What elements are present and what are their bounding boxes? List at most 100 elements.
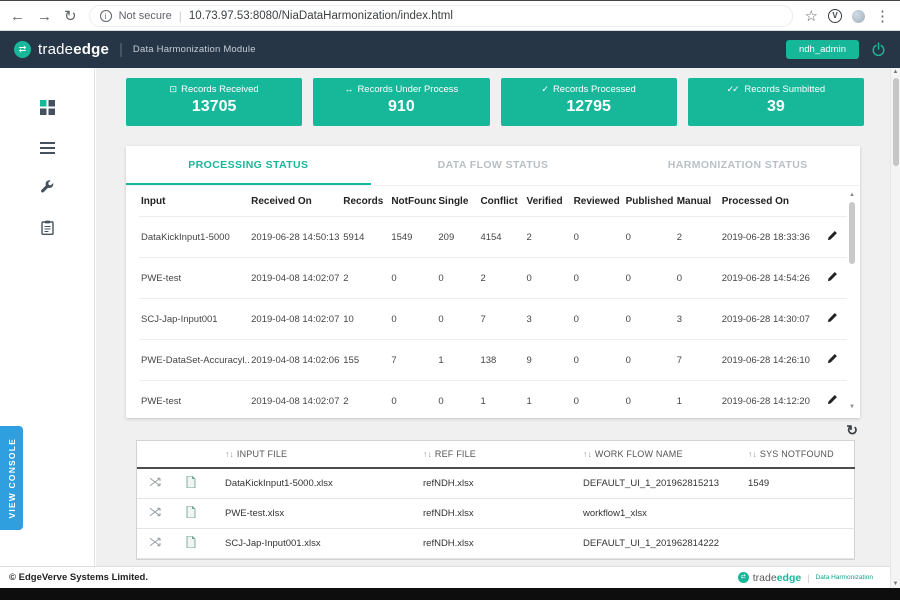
tab-harmonization-status[interactable]: HARMONIZATION STATUS	[615, 146, 860, 185]
stat-value: 910	[313, 98, 489, 116]
view-console-label: VIEW CONSOLE	[7, 438, 17, 519]
column-header: Input	[139, 186, 249, 217]
cell: 0	[389, 381, 436, 422]
cell: 0	[624, 217, 675, 258]
cell: 0	[436, 299, 478, 340]
refresh-icon[interactable]: ↻	[846, 422, 858, 438]
brand-circle-icon: ⇄	[14, 41, 31, 58]
document-icon[interactable]	[186, 510, 196, 521]
cell: 2019-04-08 14:02:07	[249, 258, 341, 299]
shuffle-icon[interactable]	[149, 509, 161, 520]
column-header: Verified	[525, 186, 572, 217]
refresh-row: ↻	[96, 422, 858, 440]
cell: 0	[525, 258, 572, 299]
sort-icon[interactable]: ↑↓	[423, 449, 432, 459]
shuffle-icon[interactable]	[149, 539, 161, 550]
cell: 2019-06-28 14:50:13	[249, 217, 341, 258]
shuffle-icon[interactable]	[149, 479, 161, 490]
cell: 2	[341, 258, 389, 299]
cell: 0	[624, 340, 675, 381]
edit-icon[interactable]	[827, 353, 838, 367]
wrench-icon[interactable]	[40, 180, 54, 199]
footer-brand-name: tradeedge	[753, 572, 801, 584]
cell: DataKickInput1-5000.xlsx	[209, 468, 419, 499]
extension-v-icon[interactable]: V	[828, 9, 842, 23]
forward-icon[interactable]: →	[37, 9, 52, 24]
info-icon[interactable]: i	[100, 10, 112, 22]
document-icon[interactable]	[186, 540, 196, 551]
cell: 3	[675, 299, 720, 340]
records-under-process-icon: ↔	[344, 84, 353, 94]
main-content: ⊡Records Received 13705 ↔Records Under P…	[96, 68, 900, 566]
edit-icon[interactable]	[827, 230, 838, 244]
column-header[interactable]: ↑↓REF FILE	[419, 441, 579, 468]
cell: refNDH.xlsx	[419, 468, 579, 499]
column-header[interactable]: ↑↓WORK FLOW NAME	[579, 441, 744, 468]
cell: 0	[572, 258, 624, 299]
browser-menu-icon[interactable]: ⋮	[875, 9, 890, 24]
stat-card-processed: ✓Records Processed 12795	[501, 78, 677, 126]
stat-label: Records Processed	[553, 84, 636, 95]
dashboard-grid-icon[interactable]	[40, 100, 55, 120]
edit-icon[interactable]	[827, 394, 838, 408]
footer: © EdgeVerve Systems Limited. ⇄ tradeedge…	[0, 566, 900, 588]
edit-icon[interactable]	[827, 312, 838, 326]
document-icon[interactable]	[186, 480, 196, 491]
cell: 1	[675, 381, 720, 422]
scroll-up-icon[interactable]: ▲	[847, 192, 857, 198]
sort-icon[interactable]: ↑↓	[748, 449, 757, 459]
user-button[interactable]: ndh_admin	[786, 40, 859, 59]
cell: PWE-test	[139, 258, 249, 299]
stat-card-received: ⊡Records Received 13705	[126, 78, 302, 126]
scroll-down-icon[interactable]: ▼	[847, 404, 857, 410]
scrollbar-thumb[interactable]	[849, 202, 855, 264]
stat-value: 39	[688, 98, 864, 116]
cell: 2019-06-28 18:33:36	[720, 217, 825, 258]
tab-processing-status[interactable]: PROCESSING STATUS	[126, 146, 371, 185]
cell: 7	[478, 299, 524, 340]
cell: 0	[436, 258, 478, 299]
page-scrollbar[interactable]: ▲ ▼	[890, 68, 900, 588]
column-header[interactable]: ↑↓INPUT FILE	[209, 441, 419, 468]
sort-icon[interactable]: ↑↓	[225, 449, 234, 459]
bookmark-star-icon[interactable]: ☆	[805, 9, 818, 24]
cell: 0	[624, 299, 675, 340]
column-header: Reviewed	[572, 186, 624, 217]
tab-data-flow-status[interactable]: DATA FLOW STATUS	[371, 146, 616, 185]
records-received-icon: ⊡	[170, 84, 178, 94]
cell: 0	[624, 381, 675, 422]
records-processed-icon: ✓	[541, 84, 549, 94]
view-console-button[interactable]: VIEW CONSOLE	[0, 426, 23, 530]
address-bar[interactable]: i Not secure | 10.73.97.53:8080/NiaDataH…	[89, 5, 793, 27]
cell: 2019-06-28 14:26:10	[720, 340, 825, 381]
sort-icon[interactable]: ↑↓	[583, 449, 592, 459]
power-icon[interactable]	[871, 42, 886, 57]
column-header: Single	[436, 186, 478, 217]
page-scrollbar-thumb[interactable]	[893, 78, 899, 166]
cell-icon	[173, 499, 209, 529]
table-row: PWE-test2019-04-08 14:02:07200110012019-…	[139, 381, 847, 422]
cell: 2019-06-28 14:54:26	[720, 258, 825, 299]
column-header[interactable]: ↑↓SYS NOTFOUND	[744, 441, 855, 468]
back-icon[interactable]: ←	[10, 9, 25, 24]
stat-label: Records Sumbitted	[744, 84, 825, 95]
cell: 2	[341, 381, 389, 422]
url-text[interactable]: 10.73.97.53:8080/NiaDataHarmonization/in…	[189, 10, 453, 22]
browser-actions: ☆ V ⋮	[805, 9, 890, 24]
stat-card-under-process: ↔Records Under Process 910	[313, 78, 489, 126]
list-menu-icon[interactable]	[40, 141, 55, 159]
extension-icon[interactable]	[852, 10, 865, 23]
table-row: SCJ-Jap-Input0012019-04-08 14:02:0710007…	[139, 299, 847, 340]
column-header: Received On	[249, 186, 341, 217]
footer-divider: |	[807, 573, 809, 583]
table-scrollbar[interactable]: ▲ ▼	[847, 192, 857, 410]
cell-actions	[825, 340, 847, 381]
footer-brand: ⇄ tradeedge | Data Harmonization	[738, 572, 873, 584]
page-scroll-up-icon[interactable]: ▲	[891, 69, 900, 75]
reload-icon[interactable]: ↻	[64, 9, 77, 24]
table-row: PWE-DataSet-Accuracyl...2019-04-08 14:02…	[139, 340, 847, 381]
edit-icon[interactable]	[827, 271, 838, 285]
clipboard-icon[interactable]	[41, 220, 54, 240]
processing-table-wrap: InputReceived OnRecordsNotFoundSingleCon…	[126, 186, 860, 421]
page-scroll-down-icon[interactable]: ▼	[891, 581, 900, 587]
